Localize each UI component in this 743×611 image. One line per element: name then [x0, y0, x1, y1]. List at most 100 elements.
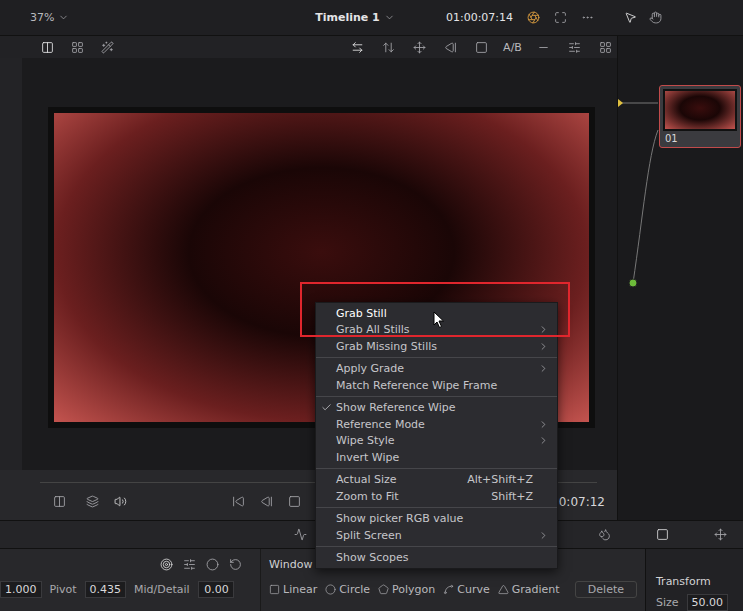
submenu-arrow-icon — [538, 363, 549, 374]
panel-title: Window — [269, 558, 312, 571]
primary-field: Pivot 0.435 — [50, 581, 127, 598]
box-wipe-icon[interactable] — [444, 41, 457, 54]
menu-item[interactable]: Show Reference Wipe — [316, 400, 557, 417]
layers-icon[interactable] — [86, 495, 99, 508]
target-icon[interactable] — [160, 558, 173, 571]
field-label: Mid/Detail — [134, 583, 190, 596]
chevron-down-icon[interactable] — [384, 12, 395, 23]
menu-item[interactable]: Show Scopes — [316, 550, 557, 567]
menu-item[interactable]: Grab Missing Stills — [316, 338, 557, 355]
resolve-color-page: 37% Timeline 1 01:00:07:14 A/B 0:07:12 01 1.00… — [0, 0, 743, 611]
menu-item[interactable]: Split Screen — [316, 527, 557, 544]
shape-icon[interactable] — [325, 584, 336, 595]
stop-icon[interactable] — [288, 495, 301, 508]
shape-icon[interactable] — [498, 584, 509, 595]
menu-separator — [316, 468, 557, 469]
viewer-mode-icon[interactable] — [53, 495, 66, 508]
field-value[interactable]: 0.00 — [198, 581, 234, 598]
top-timecode: 01:00:07:14 — [446, 11, 513, 24]
field-label: Pivot — [50, 583, 77, 596]
window-tool[interactable]: Gradient — [498, 583, 560, 596]
panel-title: Transform — [656, 575, 739, 588]
transform-field: Size 50.00 — [656, 594, 739, 611]
menu-item[interactable]: Show picker RGB value — [316, 511, 557, 528]
speaker-icon[interactable] — [114, 495, 127, 508]
fullscreen-icon[interactable] — [554, 11, 567, 24]
window-tool[interactable]: Linear — [269, 583, 317, 596]
menu-item[interactable]: Zoom to FitShift+Z — [316, 488, 557, 505]
reset-icon[interactable] — [229, 558, 242, 571]
submenu-arrow-icon — [538, 419, 549, 430]
mouse-cursor-icon — [433, 311, 445, 329]
shape-icon[interactable] — [269, 584, 280, 595]
tracker-icon[interactable] — [714, 528, 727, 541]
ab-label[interactable]: A/B — [503, 41, 522, 54]
gallery-icon[interactable] — [71, 41, 84, 54]
timeline-name: Timeline 1 — [315, 11, 380, 24]
skip-back-icon[interactable] — [232, 495, 245, 508]
window-tool[interactable]: Circle — [325, 583, 370, 596]
menu-separator — [316, 546, 557, 547]
window-icon[interactable] — [656, 528, 669, 541]
menu-separator — [316, 396, 557, 397]
primaries-panel: 1.000 Pivot 0.435 Mid/Detail 0.00 — [0, 549, 260, 611]
menu-shortcut: Alt+Shift+Z — [467, 473, 549, 486]
node-editor[interactable]: 01 — [617, 36, 743, 520]
hand-icon[interactable] — [649, 11, 662, 24]
alpha-icon[interactable] — [475, 41, 488, 54]
mix-wipe-icon[interactable] — [413, 41, 426, 54]
horizontal-wipe-icon[interactable] — [351, 41, 364, 54]
window-tool[interactable]: Curve — [443, 583, 489, 596]
vertical-wipe-icon[interactable] — [382, 41, 395, 54]
field-value[interactable]: 50.00 — [687, 594, 729, 611]
viewer-toolbar: A/B — [0, 36, 617, 58]
pointer-icon[interactable] — [624, 11, 637, 24]
curves-icon[interactable] — [294, 528, 307, 541]
split-icon[interactable] — [537, 41, 550, 54]
shape-icon[interactable] — [443, 584, 454, 595]
submenu-arrow-icon — [538, 530, 549, 541]
submenu-arrow-icon — [538, 324, 549, 335]
context-menu: Grab StillGrab All StillsGrab Missing St… — [315, 302, 558, 569]
color-wheel-icon[interactable] — [527, 11, 540, 24]
shape-icon[interactable] — [378, 584, 389, 595]
overlay-icon[interactable] — [568, 41, 581, 54]
wand-icon[interactable] — [101, 41, 114, 54]
single-viewer-icon[interactable] — [41, 41, 54, 54]
submenu-arrow-icon — [538, 435, 549, 446]
submenu-arrow-icon — [538, 341, 549, 352]
gallery-edge — [0, 58, 22, 470]
timeline-selector[interactable]: Timeline 1 — [280, 11, 430, 24]
zoom-value: 37% — [30, 11, 54, 24]
step-back-icon[interactable] — [260, 495, 273, 508]
menu-shortcut: Shift+Z — [491, 490, 549, 503]
node-thumbnail — [663, 89, 737, 131]
more-icon[interactable] — [581, 11, 594, 24]
menu-item[interactable]: Invert Wipe — [316, 449, 557, 466]
check-icon — [321, 402, 332, 413]
chevron-down-icon[interactable] — [58, 12, 69, 23]
field-label: Size — [656, 596, 679, 609]
wheels-icon[interactable] — [206, 558, 219, 571]
field-value[interactable]: 0.435 — [85, 581, 127, 598]
primary-field: 1.000 — [0, 581, 42, 598]
menu-separator — [316, 507, 557, 508]
menu-item[interactable]: Match Reference Wipe Frame — [316, 377, 557, 394]
window-tool[interactable]: Polygon — [378, 583, 435, 596]
menu-item[interactable]: Reference Mode — [316, 416, 557, 433]
primary-field: Mid/Detail 0.00 — [134, 581, 234, 598]
field-value[interactable]: 1.000 — [0, 581, 42, 598]
bars-icon[interactable] — [183, 558, 196, 571]
transport-timecode: 0:07:12 — [559, 495, 605, 509]
viewer-top-bar: 37% Timeline 1 01:00:07:14 — [0, 0, 743, 36]
qualifier-icon[interactable] — [598, 528, 611, 541]
node[interactable]: 01 — [659, 85, 741, 148]
menu-item[interactable]: Apply Grade — [316, 361, 557, 378]
delete-button[interactable]: Delete — [575, 581, 637, 598]
menu-item[interactable]: Wipe Style — [316, 433, 557, 450]
menu-item[interactable]: Actual SizeAlt+Shift+Z — [316, 472, 557, 489]
menu-item[interactable]: Grab All Stills — [316, 322, 557, 339]
node-label: 01 — [663, 133, 737, 144]
zoom-dropdown[interactable]: 37% — [30, 11, 280, 24]
grid-icon[interactable] — [599, 41, 612, 54]
